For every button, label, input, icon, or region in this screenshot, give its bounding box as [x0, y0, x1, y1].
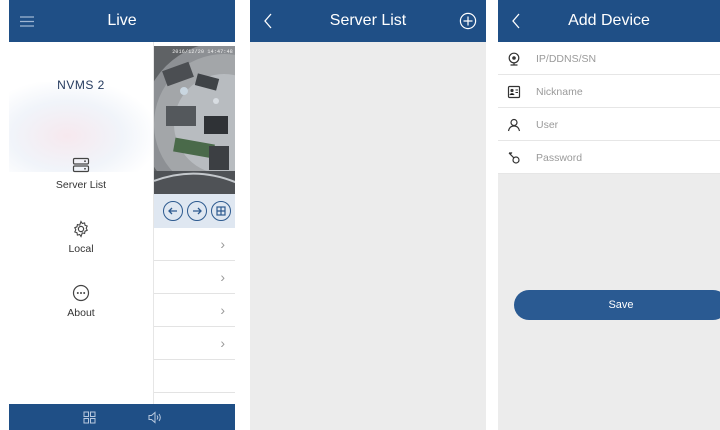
- chevron-right-icon: ›: [220, 335, 225, 351]
- drawer-item-local[interactable]: Local: [9, 218, 153, 262]
- fisheye-image: [154, 46, 235, 194]
- plus-circle-icon[interactable]: [450, 0, 486, 42]
- password-input[interactable]: [536, 147, 716, 168]
- save-button[interactable]: Save: [514, 290, 720, 320]
- chevron-right-icon: ›: [220, 302, 225, 318]
- video-timestamp: 2016/12/20 14:47:48: [172, 49, 233, 55]
- multi-view-grid-icon[interactable]: [77, 404, 101, 430]
- chevron-right-icon: ›: [220, 269, 225, 285]
- password-field-row: [498, 141, 720, 174]
- video-preview[interactable]: 2016/12/20 14:47:48: [154, 46, 235, 194]
- list-item[interactable]: ›: [154, 327, 235, 360]
- server-list-header: Server List: [250, 0, 486, 42]
- gear-icon: [9, 218, 153, 240]
- arrow-left-circle-icon[interactable]: [163, 201, 183, 221]
- page-title: Add Device: [568, 12, 650, 29]
- live-content: 2016/12/20 14:47:48 › › › ›: [154, 42, 235, 404]
- add-device-header: Add Device: [498, 0, 720, 42]
- ellipsis-circle-icon: [9, 282, 153, 304]
- layout-grid-icon[interactable]: [211, 201, 231, 221]
- drawer-item-label: Server List: [55, 179, 107, 191]
- list-item[interactable]: [154, 360, 235, 393]
- key-icon: [506, 141, 522, 174]
- ip-ddns-sn-input[interactable]: [536, 48, 716, 69]
- add-device-form: [498, 42, 720, 174]
- list-item[interactable]: ›: [154, 228, 235, 261]
- bottom-toolbar: [9, 404, 235, 430]
- chevron-right-icon: ›: [220, 236, 225, 252]
- speaker-icon[interactable]: [143, 404, 167, 430]
- user-icon: [506, 108, 522, 141]
- drawer-item-label: About: [67, 307, 95, 319]
- nickname-field-row: [498, 75, 720, 108]
- server-list-screen: Server List: [250, 0, 486, 430]
- nickname-input[interactable]: [536, 81, 716, 102]
- list-item[interactable]: ›: [154, 261, 235, 294]
- arrow-right-circle-icon[interactable]: [187, 201, 207, 221]
- id-card-icon: [506, 75, 522, 108]
- server-list-empty-area: [250, 42, 486, 430]
- add-device-screen: Add Device Save: [498, 0, 720, 430]
- drawer-item-about[interactable]: About: [9, 282, 153, 326]
- ptz-control-row: [154, 194, 235, 228]
- user-field-row: [498, 108, 720, 141]
- page-title: Live: [107, 12, 137, 29]
- live-header: Live: [9, 0, 235, 42]
- app-logo: NVMS 2: [57, 78, 105, 92]
- drawer-item-label: Local: [68, 243, 94, 255]
- webcam-icon: [506, 42, 522, 75]
- side-drawer: NVMS 2 Server List Local About: [9, 42, 154, 404]
- list-item[interactable]: ›: [154, 294, 235, 327]
- ip-ddns-sn-field-row: [498, 42, 720, 75]
- drawer-item-server-list[interactable]: Server List: [9, 154, 153, 198]
- user-input[interactable]: [536, 114, 716, 135]
- server-list-icon: [9, 154, 153, 176]
- live-screen: 2016/12/20 14:47:48 › › › › Live NVMS 2: [9, 0, 235, 430]
